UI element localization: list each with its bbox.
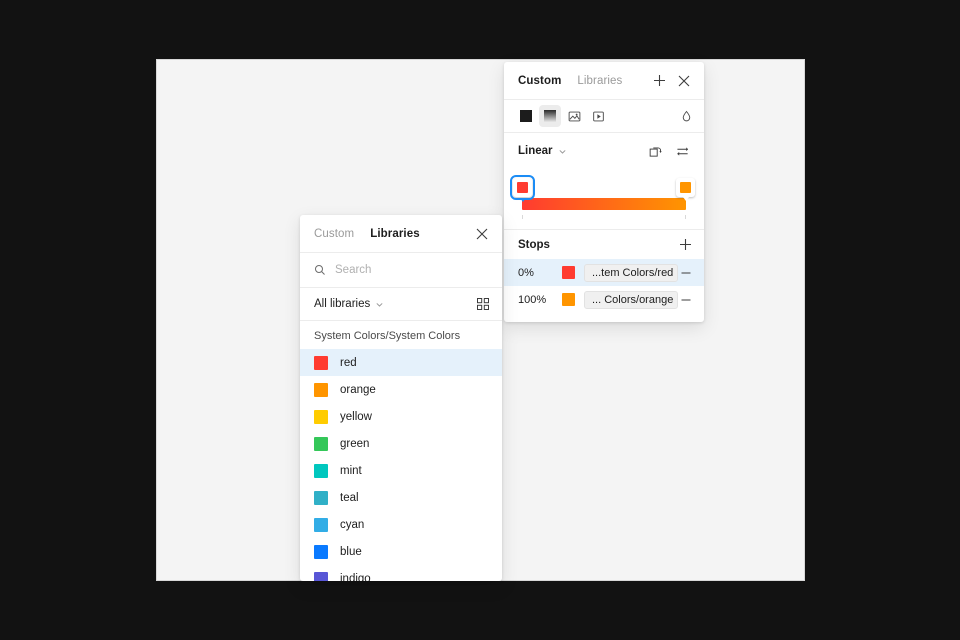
color-swatch: [314, 464, 328, 478]
color-name: teal: [340, 492, 359, 504]
lib-tab-custom[interactable]: Custom: [314, 228, 354, 240]
gradient-editor[interactable]: [504, 169, 704, 229]
stop-row[interactable]: 100% ... Colors/orange: [504, 286, 704, 313]
color-name: orange: [340, 384, 376, 396]
tab-custom[interactable]: Custom: [518, 75, 561, 87]
gradient-stop-handle-1-swatch: [680, 182, 691, 193]
stop-position[interactable]: 0%: [518, 267, 562, 279]
color-swatch: [314, 545, 328, 559]
gradient-tick-end: [685, 215, 686, 219]
image-fill-icon[interactable]: [563, 105, 585, 127]
grid-view-icon[interactable]: [477, 298, 489, 310]
color-list-item[interactable]: red: [300, 349, 502, 376]
chevron-down-icon[interactable]: [375, 300, 384, 309]
chevron-down-icon[interactable]: [558, 147, 567, 156]
color-list-item[interactable]: orange: [300, 376, 502, 403]
color-swatch: [314, 491, 328, 505]
libraries-panel-header: Custom Libraries: [300, 215, 502, 253]
color-name: mint: [340, 465, 362, 477]
color-name: yellow: [340, 411, 372, 423]
color-name: blue: [340, 546, 362, 558]
search-input[interactable]: [335, 264, 475, 276]
color-list-item[interactable]: yellow: [300, 403, 502, 430]
color-name: green: [340, 438, 369, 450]
swap-icon[interactable]: [676, 145, 690, 158]
color-name: cyan: [340, 519, 364, 531]
stops-header: Stops: [504, 229, 704, 259]
gradient-mode-row: Linear: [504, 133, 704, 169]
gradient-stop-handle-0-swatch: [517, 182, 528, 193]
library-group-header: System Colors/System Colors: [300, 321, 502, 349]
color-swatch: [314, 356, 328, 370]
color-swatch: [314, 572, 328, 582]
color-list-item[interactable]: mint: [300, 457, 502, 484]
color-name: red: [340, 357, 357, 369]
remove-stop-button[interactable]: [680, 294, 692, 306]
search-icon: [314, 264, 326, 276]
close-icon[interactable]: [678, 75, 690, 87]
fill-type-toolbar: [504, 100, 704, 133]
color-list-item[interactable]: cyan: [300, 511, 502, 538]
libraries-panel: Custom Libraries All libraries: [300, 215, 502, 581]
library-filter-label[interactable]: All libraries: [314, 298, 370, 310]
rotate-icon[interactable]: [649, 145, 663, 158]
gradient-tick-start: [522, 215, 523, 219]
stop-position[interactable]: 100%: [518, 294, 562, 306]
stop-token-chip[interactable]: ... Colors/orange: [584, 291, 678, 309]
remove-stop-button[interactable]: [680, 267, 692, 279]
color-swatch: [314, 437, 328, 451]
add-fill-button[interactable]: [653, 74, 666, 87]
gradient-fill-icon[interactable]: [539, 105, 561, 127]
screen: Custom Libraries: [0, 0, 960, 640]
color-name: indigo: [340, 573, 371, 582]
gradient-stop-handle-0[interactable]: [513, 178, 532, 197]
stops-list: 0% ...tem Colors/red 100% ... Colors/orange: [504, 259, 704, 313]
fill-panel: Custom Libraries: [504, 62, 704, 322]
gradient-stop-handle-1[interactable]: [676, 178, 695, 197]
gradient-preview-bar[interactable]: [522, 198, 686, 210]
library-filter-row: All libraries: [300, 288, 502, 321]
eyedropper-icon[interactable]: [680, 110, 693, 123]
stops-title: Stops: [518, 239, 550, 251]
stop-row[interactable]: 0% ...tem Colors/red: [504, 259, 704, 286]
color-list: red orange yellow green mint teal cyan blue indi…: [300, 349, 502, 581]
color-list-item[interactable]: green: [300, 430, 502, 457]
stop-color-swatch[interactable]: [562, 293, 575, 306]
color-swatch: [314, 410, 328, 424]
fill-panel-header: Custom Libraries: [504, 62, 704, 100]
gradient-type-label[interactable]: Linear: [518, 145, 553, 157]
stop-color-swatch[interactable]: [562, 266, 575, 279]
color-swatch: [314, 518, 328, 532]
color-list-item[interactable]: teal: [300, 484, 502, 511]
video-fill-icon[interactable]: [587, 105, 609, 127]
solid-fill-icon[interactable]: [515, 105, 537, 127]
search-row[interactable]: [300, 253, 502, 288]
lib-tab-libraries[interactable]: Libraries: [370, 228, 419, 240]
color-list-item[interactable]: blue: [300, 538, 502, 565]
tab-libraries[interactable]: Libraries: [577, 75, 622, 87]
stop-token-chip[interactable]: ...tem Colors/red: [584, 264, 678, 282]
add-stop-button[interactable]: [679, 238, 692, 251]
color-list-item[interactable]: indigo: [300, 565, 502, 581]
color-swatch: [314, 383, 328, 397]
close-icon[interactable]: [476, 228, 488, 240]
